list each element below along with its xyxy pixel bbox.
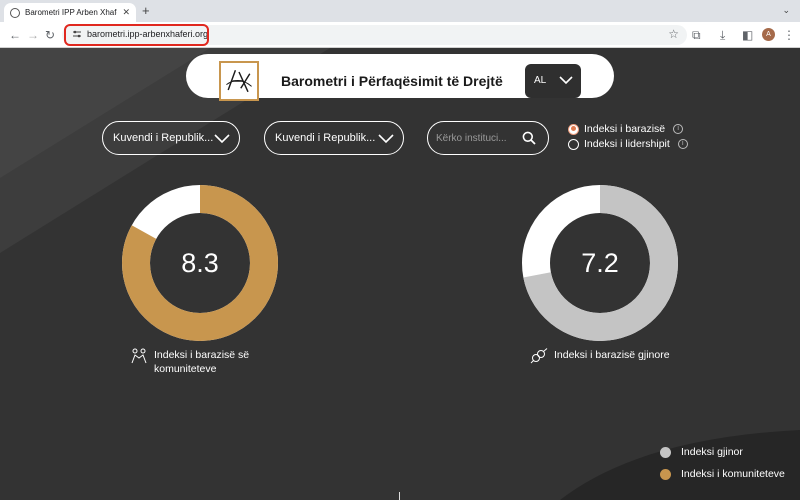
logo[interactable] [219, 61, 259, 101]
language-label: AL [534, 75, 547, 86]
chevron-down-icon [214, 134, 230, 144]
legend-label: Indeksi i komuniteteve [681, 468, 785, 480]
legend-dot [660, 446, 671, 458]
ring-label-line1: Indeksi i barazisë së [154, 349, 250, 361]
institution-search[interactable] [427, 121, 549, 155]
legend-item-communities: Indeksi i komuniteteve [660, 468, 785, 480]
ring-label-gender: Indeksi i barazisë gjinore [530, 348, 670, 364]
chevron-down-icon [378, 134, 394, 144]
ring-label-line2: komuniteteve [154, 363, 217, 375]
search-input[interactable] [436, 130, 520, 146]
tab-title: Barometri IPP Arben Xhaferi [25, 8, 118, 17]
site-header: Barometri i Përfaqësimit të Drejtë AL [186, 54, 614, 101]
download-icon[interactable]: ⤓ [720, 27, 725, 43]
back-arrow-icon[interactable]: ← [9, 26, 21, 44]
info-icon[interactable]: i [677, 139, 688, 149]
language-select[interactable]: AL [525, 64, 581, 98]
page-content: Barometri i Përfaqësimit të Drejtë AL Ku… [0, 48, 800, 500]
globe-icon [10, 7, 20, 18]
radio-label: Indeksi i lidershipit [584, 138, 670, 150]
radio-label: Indeksi i barazisë [584, 123, 666, 135]
tab-search-chevron-icon[interactable]: ⌄ [782, 5, 790, 16]
institution-select-2[interactable]: Kuvendi i Republik... [264, 121, 404, 155]
forward-arrow-icon[interactable]: → [27, 26, 39, 44]
radio-equality-index[interactable]: Indeksi i barazisë i [568, 123, 684, 135]
bookmark-star-icon[interactable]: ☆ [668, 27, 679, 41]
info-icon[interactable]: i [673, 124, 684, 134]
radio-button-selected[interactable] [568, 123, 579, 135]
browser-tab-strip: Barometri IPP Arben Xhaferi ✕ + ⌄ [0, 0, 800, 22]
select-value: Kuvendi i Republik... [275, 132, 376, 144]
profile-avatar[interactable]: A [762, 28, 775, 41]
legend-label: Indeksi gjinor [681, 446, 743, 458]
page-title: Barometri i Përfaqësimit të Drejtë [281, 73, 503, 89]
chevron-down-icon [559, 76, 573, 85]
ring-label-communities: Indeksi i barazisë së komuniteteve [130, 348, 249, 376]
institution-select-1[interactable]: Kuvendi i Republik... [102, 121, 240, 155]
extensions-icon[interactable]: ⧉ [692, 27, 701, 43]
search-icon[interactable] [522, 131, 536, 145]
browser-tab[interactable]: Barometri IPP Arben Xhaferi ✕ [4, 3, 136, 22]
side-panel-icon[interactable]: ◧ [742, 27, 753, 43]
ring-label-line1: Indeksi i barazisë gjinore [554, 349, 670, 361]
radio-button[interactable] [568, 138, 579, 150]
radio-leadership-index[interactable]: Indeksi i lidershipit i [568, 138, 688, 150]
new-tab-button[interactable]: + [142, 3, 150, 19]
close-tab-icon[interactable]: ✕ [122, 7, 130, 18]
ring-value-communities: 8.3 [181, 248, 219, 278]
scroll-indicator [399, 492, 400, 500]
background-shapes [0, 48, 800, 500]
legend-item-gender: Indeksi gjinor [660, 446, 743, 458]
legend-dot [660, 468, 671, 480]
gender-icon [530, 348, 548, 364]
select-value: Kuvendi i Republik... [113, 132, 214, 144]
reload-icon[interactable]: ↻ [45, 26, 55, 44]
handshake-icon [131, 348, 147, 364]
url-highlight-box [64, 24, 209, 46]
menu-dots-icon[interactable]: ⋮ [783, 27, 795, 43]
ring-value-gender: 7.2 [581, 248, 619, 278]
